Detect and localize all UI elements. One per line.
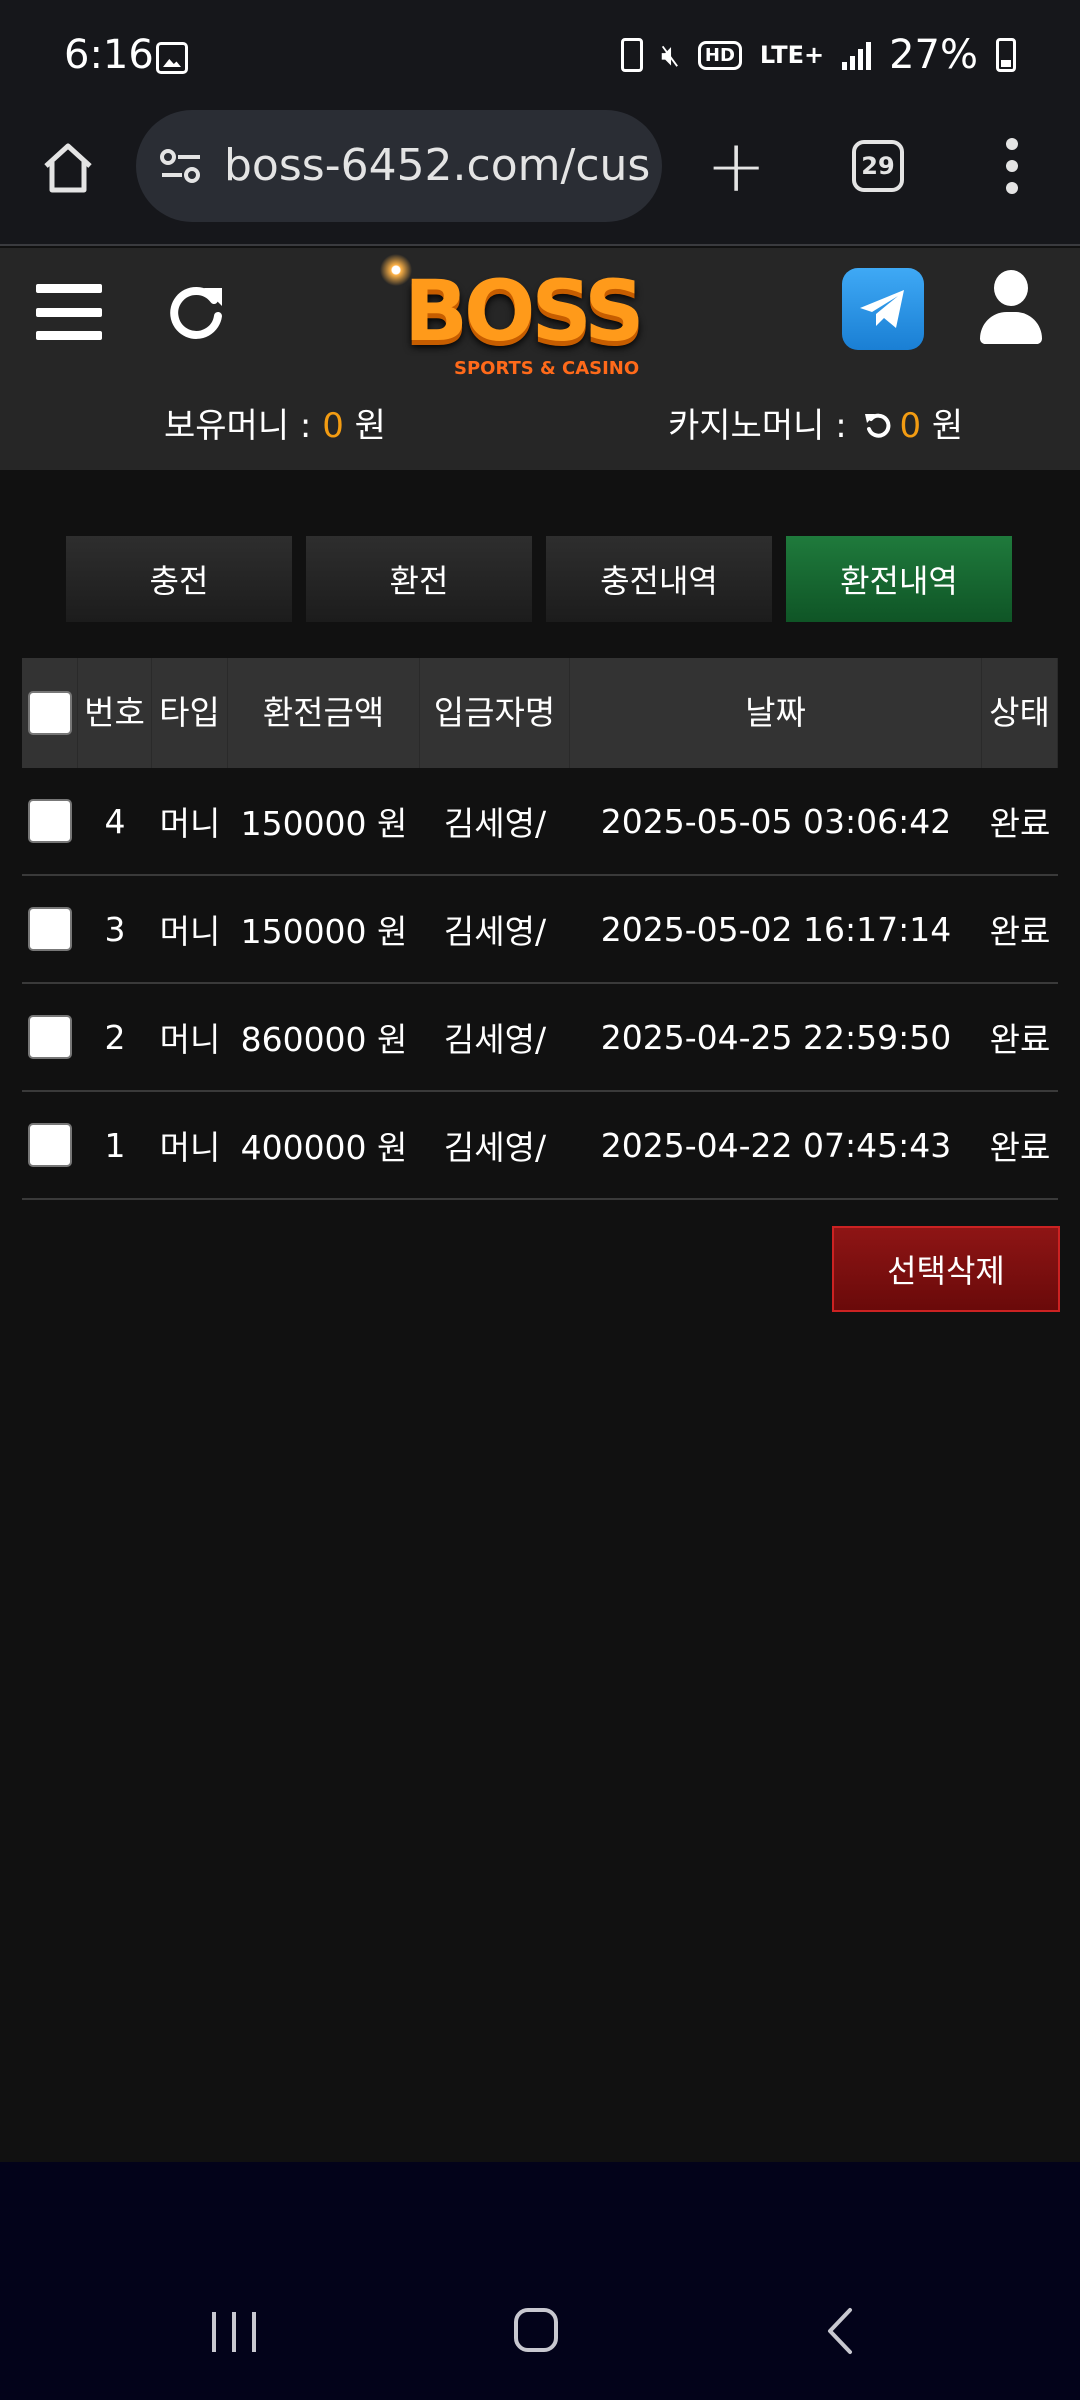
- exchange-history-table: 번호 타입 환전금액 입금자명 날짜 상태 4 머니 150000 원 김세영/…: [22, 658, 1058, 1200]
- battery-percent: 27%: [889, 32, 978, 78]
- row-amount: 150000 원: [240, 804, 408, 843]
- holding-money: 보유머니 : 0 원: [164, 398, 386, 447]
- row-checkbox[interactable]: [28, 1123, 72, 1167]
- row-date: 2025-04-25 22:59:50: [600, 1017, 952, 1057]
- mute-icon: 🔇︎: [660, 37, 680, 73]
- new-tab-button[interactable]: +: [706, 130, 766, 202]
- tab-bar: 충전 환전 충전내역 환전내역: [66, 536, 1012, 622]
- row-select-cell: [22, 1015, 78, 1059]
- row-depositor: 김세영/: [443, 1020, 547, 1059]
- back-icon[interactable]: [820, 2306, 860, 2356]
- row-amount: 150000 원: [240, 912, 408, 951]
- row-depositor: 김세영/: [443, 1128, 547, 1167]
- header-date: 날짜: [570, 658, 982, 768]
- row-number: 2: [104, 1017, 126, 1057]
- row-date: 2025-05-05 03:06:42: [600, 801, 952, 841]
- select-all-cell: [22, 658, 78, 768]
- row-status: 완료: [989, 912, 1051, 951]
- signal-icon: [842, 40, 872, 70]
- row-date: 2025-04-22 07:45:43: [600, 1125, 952, 1165]
- table-header: 번호 타입 환전금액 입금자명 날짜 상태: [22, 658, 1058, 768]
- table-row: 1 머니 400000 원 김세영/ 2025-04-22 07:45:43 완…: [22, 1092, 1058, 1200]
- more-menu-icon[interactable]: [1000, 138, 1024, 198]
- logo-text: BOSS: [404, 262, 645, 360]
- status-time: 6:16: [64, 32, 154, 78]
- home-icon[interactable]: [38, 138, 98, 198]
- casino-money-currency: 원: [921, 406, 964, 446]
- user-profile-icon[interactable]: [978, 270, 1042, 346]
- browser-toolbar: boss-6452.com/cus + 29: [0, 110, 1080, 246]
- tab-charge[interactable]: 충전: [66, 536, 292, 622]
- casino-money: 카지노머니 : 0 원: [668, 398, 963, 447]
- row-checkbox[interactable]: [28, 1015, 72, 1059]
- holding-money-currency: 원: [343, 406, 386, 446]
- row-depositor: 김세영/: [443, 912, 547, 951]
- table-row: 2 머니 860000 원 김세영/ 2025-04-25 22:59:50 완…: [22, 984, 1058, 1092]
- row-status: 완료: [989, 1020, 1051, 1059]
- row-date: 2025-05-02 16:17:14: [600, 909, 952, 949]
- header-depositor: 입금자명: [420, 658, 570, 768]
- row-depositor: 김세영/: [443, 804, 547, 843]
- casino-money-label: 카지노머니 :: [668, 406, 858, 446]
- row-checkbox[interactable]: [28, 907, 72, 951]
- select-all-checkbox[interactable]: [27, 691, 72, 735]
- row-select-cell: [22, 907, 78, 951]
- row-select-cell: [22, 1123, 78, 1167]
- row-number: 3: [104, 909, 126, 949]
- site-header: BOSS SPORTS & CASINO 보유머니 : 0 원 카지노머니 : …: [0, 248, 1080, 470]
- telegram-icon[interactable]: [842, 268, 924, 350]
- row-type: 머니: [159, 1020, 221, 1059]
- tab-exchange[interactable]: 환전: [306, 536, 532, 622]
- lte-indicator: LTE+: [759, 41, 825, 69]
- status-icons: 🔇︎ HD LTE+ 27%: [620, 32, 1016, 78]
- row-number: 1: [104, 1125, 126, 1165]
- url-text[interactable]: boss-6452.com/cus: [224, 140, 650, 191]
- image-notification-icon: [156, 42, 188, 74]
- header-status: 상태: [982, 658, 1058, 768]
- status-bar: 6:16 🔇︎ HD LTE+ 27%: [0, 0, 1080, 110]
- hd-icon: HD: [697, 40, 742, 70]
- recent-apps-icon[interactable]: [212, 2312, 256, 2352]
- hamburger-menu-icon[interactable]: [36, 284, 102, 340]
- row-type: 머니: [159, 804, 221, 843]
- row-number: 4: [104, 801, 126, 841]
- table-row: 3 머니 150000 원 김세영/ 2025-05-02 16:17:14 완…: [22, 876, 1058, 984]
- system-navigation-bar: [0, 2162, 1080, 2400]
- row-amount: 400000 원: [240, 1128, 408, 1167]
- header-type: 타입: [152, 658, 228, 768]
- row-checkbox[interactable]: [28, 799, 72, 843]
- address-bar[interactable]: boss-6452.com/cus: [136, 110, 662, 222]
- row-status: 완료: [989, 1128, 1051, 1167]
- header-number: 번호: [78, 658, 152, 768]
- tab-charge-history[interactable]: 충전내역: [546, 536, 772, 622]
- casino-money-value: 0: [899, 406, 922, 446]
- row-type: 머니: [159, 1128, 221, 1167]
- holding-money-value: 0: [322, 406, 344, 446]
- table-row: 4 머니 150000 원 김세영/ 2025-05-05 03:06:42 완…: [22, 768, 1058, 876]
- row-select-cell: [22, 799, 78, 843]
- header-amount: 환전금액: [228, 658, 420, 768]
- row-amount: 860000 원: [240, 1020, 408, 1059]
- tab-exchange-history[interactable]: 환전내역: [786, 536, 1012, 622]
- row-type: 머니: [159, 912, 221, 951]
- boss-logo[interactable]: BOSS SPORTS & CASINO: [376, 248, 706, 388]
- logo-subtitle: SPORTS & CASINO: [454, 358, 640, 379]
- battery-icon: [996, 38, 1016, 72]
- row-status: 완료: [989, 804, 1051, 843]
- home-nav-icon[interactable]: [514, 2308, 558, 2352]
- tab-switcher-button[interactable]: 29: [852, 140, 904, 192]
- holding-money-label: 보유머니 :: [164, 406, 323, 446]
- casino-refresh-icon[interactable]: [863, 411, 893, 441]
- site-settings-icon[interactable]: [158, 146, 204, 186]
- refresh-icon[interactable]: [164, 278, 228, 342]
- delete-selected-button[interactable]: 선택삭제: [832, 1226, 1060, 1312]
- battery-saver-icon: [620, 38, 643, 72]
